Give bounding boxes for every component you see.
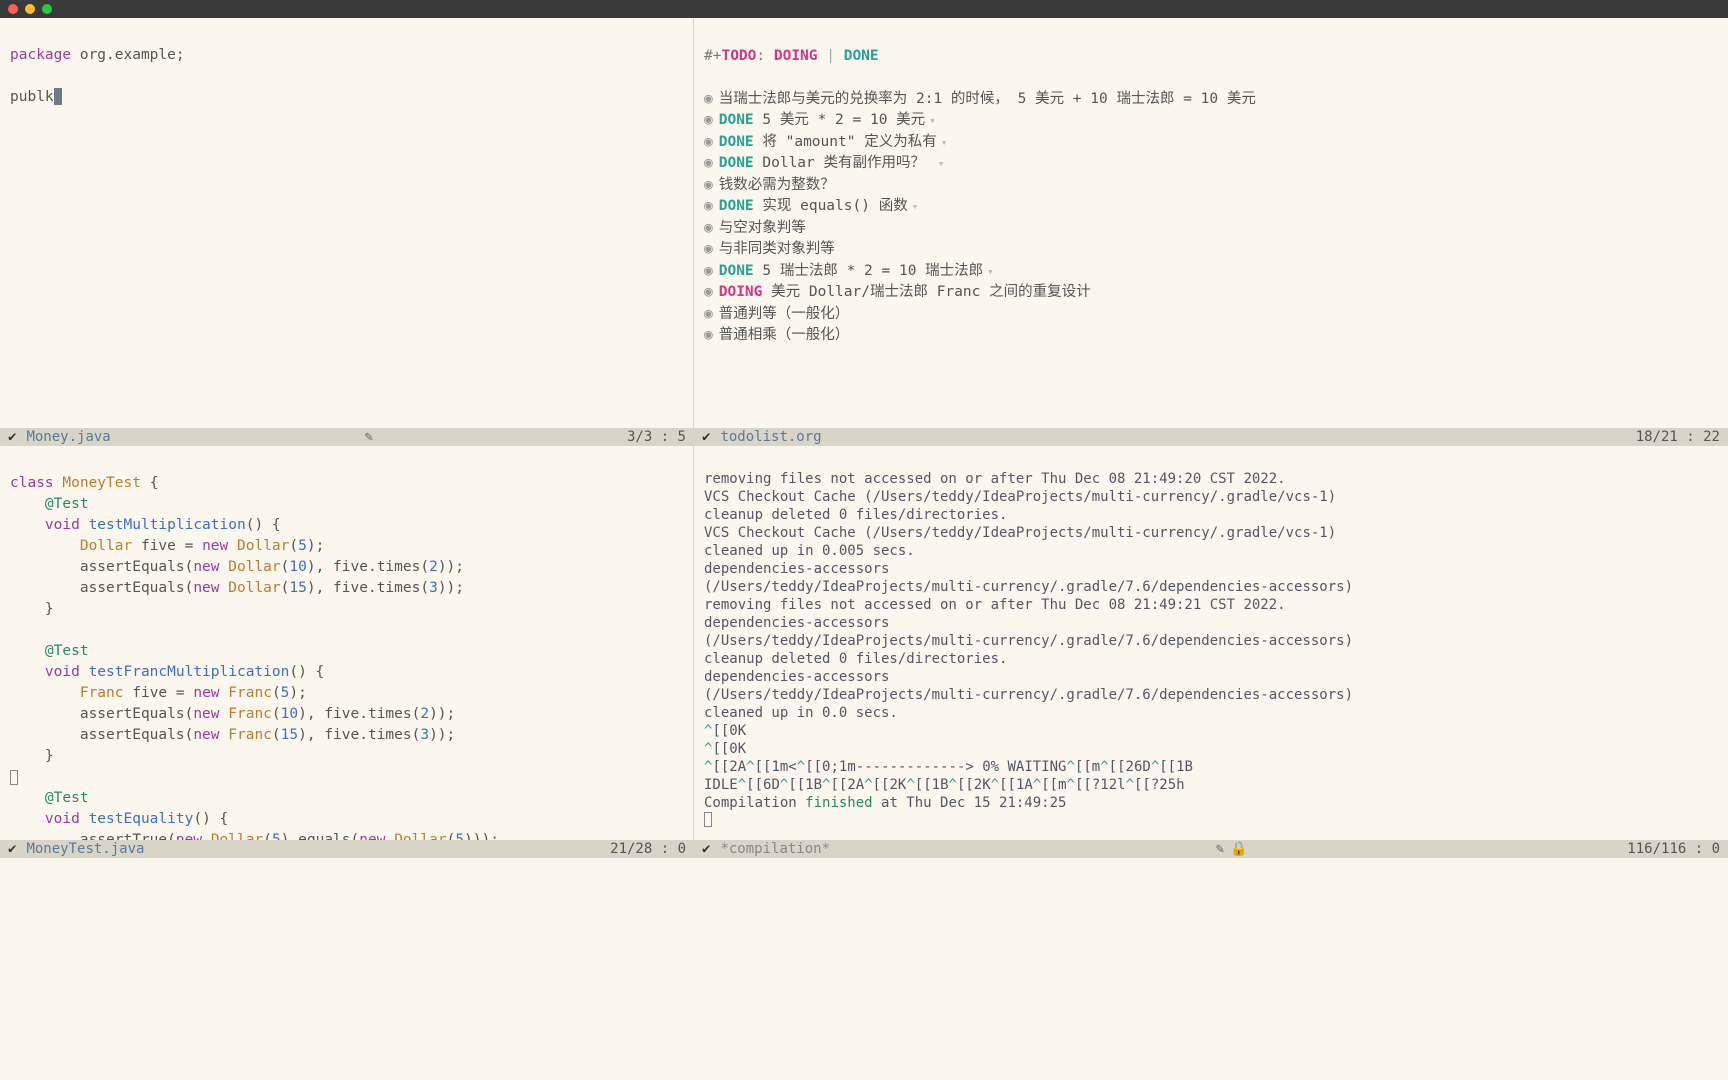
bullet-icon: ◉ xyxy=(704,241,713,257)
check-icon: ✔ xyxy=(702,429,710,445)
code-text: publk xyxy=(10,89,54,105)
bullet-icon: ◉ xyxy=(704,198,713,214)
status-done: DONE xyxy=(719,155,754,171)
cursor-position: 21/28 : 0 xyxy=(610,841,686,857)
fold-triangle-icon[interactable]: ▾ xyxy=(938,157,945,170)
editor-pane-moneytest[interactable]: class MoneyTest { @Test void testMultipl… xyxy=(0,446,694,840)
todo-item[interactable]: ◉ DOING 美元 Dollar/瑞士法郎 Franc 之间的重复设计 xyxy=(704,282,1718,304)
fold-triangle-icon[interactable]: ▾ xyxy=(987,265,994,278)
cursor-position: 18/21 : 22 xyxy=(1636,429,1720,445)
edit-icon: ✎ xyxy=(1216,841,1224,857)
code-keyword: package xyxy=(10,47,71,63)
statusbar-money: ✔ Money.java ✎ 3/3 : 5 xyxy=(0,428,694,446)
file-name: *compilation* xyxy=(720,841,830,857)
bullet-icon: ◉ xyxy=(704,177,713,193)
todo-text: 与非同类对象判等 xyxy=(719,241,835,257)
compilation-line: (/Users/teddy/IdeaProjects/multi-currenc… xyxy=(704,686,1718,704)
close-icon[interactable] xyxy=(8,4,18,14)
status-done: DONE xyxy=(719,263,754,279)
todo-text: 钱数必需为整数？ xyxy=(719,177,835,193)
text-cursor xyxy=(54,88,62,105)
todo-text: 将 "amount" 定义为私有 xyxy=(762,134,936,150)
edit-icon: ✎ xyxy=(365,429,373,445)
todo-text: 当瑞士法郎与美元的兑换率为 2:1 的时候， 5 美元 + 10 瑞士法郎 = … xyxy=(719,91,1256,107)
compilation-line: cleanup deleted 0 files/directories. xyxy=(704,506,1718,524)
compilation-line: dependencies-accessors xyxy=(704,668,1718,686)
org-doing-keyword: DOING xyxy=(774,48,818,64)
window-titlebar xyxy=(0,0,1728,18)
todo-item[interactable]: ◉ 当瑞士法郎与美元的兑换率为 2:1 的时候， 5 美元 + 10 瑞士法郎 =… xyxy=(704,89,1718,111)
file-name: MoneyTest.java xyxy=(26,841,144,857)
cursor-position: 116/116 : 0 xyxy=(1627,841,1720,857)
compilation-line: VCS Checkout Cache (/Users/teddy/IdeaPro… xyxy=(704,488,1718,506)
status-done: DONE xyxy=(719,112,754,128)
terminal-cursor xyxy=(704,812,712,827)
status-doing: DOING xyxy=(719,284,763,300)
compilation-line: VCS Checkout Cache (/Users/teddy/IdeaPro… xyxy=(704,524,1718,542)
maximize-icon[interactable] xyxy=(42,4,52,14)
status-done: DONE xyxy=(719,134,754,150)
todo-item[interactable]: ◉ DONE 实现 equals() 函数 ▾ xyxy=(704,196,1718,218)
org-done-keyword: DONE xyxy=(844,48,879,64)
compilation-line: dependencies-accessors xyxy=(704,560,1718,578)
compilation-line: (/Users/teddy/IdeaProjects/multi-currenc… xyxy=(704,578,1718,596)
todo-item[interactable]: ◉ DONE 5 美元 * 2 = 10 美元 ▾ xyxy=(704,110,1718,132)
bullet-icon: ◉ xyxy=(704,306,713,322)
status-done: DONE xyxy=(719,198,754,214)
compilation-pane[interactable]: removing files not accessed on or after … xyxy=(694,446,1728,840)
check-icon: ✔ xyxy=(702,841,710,857)
todo-text: 普通相乘（一般化） xyxy=(719,327,850,343)
fold-triangle-icon[interactable]: ▾ xyxy=(929,114,936,127)
fold-triangle-icon[interactable]: ▾ xyxy=(912,200,919,213)
compilation-line: cleanup deleted 0 files/directories. xyxy=(704,650,1718,668)
compilation-line: cleaned up in 0.0 secs. xyxy=(704,704,1718,722)
todo-text: 美元 Dollar/瑞士法郎 Franc 之间的重复设计 xyxy=(771,284,1090,300)
todo-text: Dollar 类有副作用吗？ xyxy=(762,155,933,171)
org-header-prefix: #+ xyxy=(704,48,721,64)
statusbar-todolist: ✔ todolist.org 18/21 : 22 xyxy=(694,428,1728,446)
todo-text: 与空对象判等 xyxy=(719,220,806,236)
bullet-icon: ◉ xyxy=(704,134,713,150)
compilation-line: (/Users/teddy/IdeaProjects/multi-currenc… xyxy=(704,632,1718,650)
todo-item[interactable]: ◉ 普通相乘（一般化） xyxy=(704,325,1718,347)
bullet-icon: ◉ xyxy=(704,91,713,107)
fold-marker[interactable] xyxy=(10,770,18,785)
statusbar-moneytest: ✔ MoneyTest.java 21/28 : 0 xyxy=(0,840,694,858)
fold-triangle-icon[interactable]: ▾ xyxy=(941,136,948,149)
file-name: todolist.org xyxy=(720,429,821,445)
bullet-icon: ◉ xyxy=(704,112,713,128)
statusbar-compilation: ✔ *compilation* ✎ 🔒 116/116 : 0 xyxy=(694,840,1728,858)
todo-item[interactable]: ◉ 与非同类对象判等 xyxy=(704,239,1718,261)
todo-item[interactable]: ◉ 与空对象判等 xyxy=(704,218,1718,240)
editor-pane-money[interactable]: package org.example; publk xyxy=(0,18,694,428)
bullet-icon: ◉ xyxy=(704,155,713,171)
editor-pane-todolist[interactable]: #+TODO: DOING | DONE ◉当瑞士法郎与美元的兑换率为 2:1 … xyxy=(694,18,1728,428)
todo-text: 普通判等（一般化） xyxy=(719,306,850,322)
compilation-line: dependencies-accessors xyxy=(704,614,1718,632)
compilation-line: removing files not accessed on or after … xyxy=(704,596,1718,614)
check-icon: ✔ xyxy=(8,841,16,857)
todo-item[interactable]: ◉ DONE 将 "amount" 定义为私有 ▾ xyxy=(704,132,1718,154)
bullet-icon: ◉ xyxy=(704,220,713,236)
code-text: org.example; xyxy=(71,47,185,63)
todo-text: 5 美元 * 2 = 10 美元 xyxy=(762,112,925,128)
todo-item[interactable]: ◉ DONE 5 瑞士法郎 * 2 = 10 瑞士法郎 ▾ xyxy=(704,261,1718,283)
bullet-icon: ◉ xyxy=(704,327,713,343)
todo-item[interactable]: ◉ 钱数必需为整数？ xyxy=(704,175,1718,197)
cursor-position: 3/3 : 5 xyxy=(627,429,686,445)
lock-icon: 🔒 xyxy=(1230,841,1247,857)
compilation-line: removing files not accessed on or after … xyxy=(704,470,1718,488)
todo-item[interactable]: ◉ DONE Dollar 类有副作用吗？ ▾ xyxy=(704,153,1718,175)
todo-text: 5 瑞士法郎 * 2 = 10 瑞士法郎 xyxy=(762,263,983,279)
compilation-line: cleaned up in 0.005 secs. xyxy=(704,542,1718,560)
todo-text: 实现 equals() 函数 xyxy=(762,198,907,214)
file-name: Money.java xyxy=(26,429,110,445)
org-todo-keyword: TODO xyxy=(721,48,756,64)
minimize-icon[interactable] xyxy=(25,4,35,14)
bullet-icon: ◉ xyxy=(704,263,713,279)
todo-item[interactable]: ◉ 普通判等（一般化） xyxy=(704,304,1718,326)
bullet-icon: ◉ xyxy=(704,284,713,300)
check-icon: ✔ xyxy=(8,429,16,445)
